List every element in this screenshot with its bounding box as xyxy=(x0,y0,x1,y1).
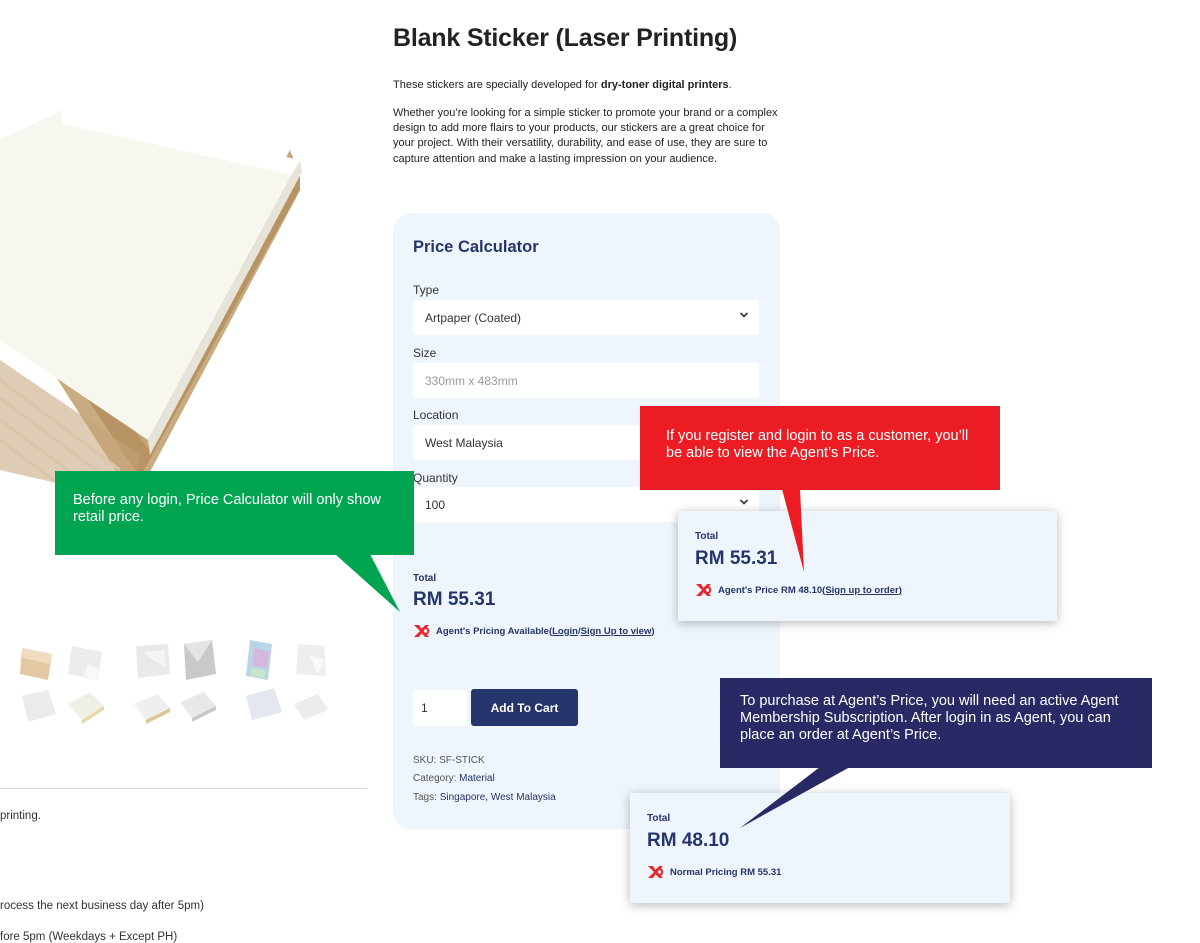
category: Category: Material xyxy=(413,773,495,784)
left-divider xyxy=(0,788,367,789)
product-intro: These stickers are specially developed f… xyxy=(393,79,732,91)
intro-end: . xyxy=(728,79,732,91)
category-label: Category: xyxy=(413,773,460,784)
chevron-down-icon xyxy=(739,309,749,323)
callout-agent-pricing: To purchase at Agent’s Price, you will n… xyxy=(720,678,1152,768)
type-value: Artpaper (Coated) xyxy=(425,311,522,325)
agent-pricing-notice: Agent's Pricing Available ( Login / Sign… xyxy=(413,624,655,638)
agent-price-line: Agent's Price RM 48.10 (Sign up to order… xyxy=(695,583,902,597)
thumbnail-mirror[interactable] xyxy=(290,684,330,728)
product-description: Whether you’re looking for a simple stic… xyxy=(393,107,778,165)
callout-guest-pricing: Before any login, Price Calculator will … xyxy=(55,471,414,555)
thumbnail-hologram[interactable] xyxy=(244,638,284,682)
agent-paren-close: ) xyxy=(651,625,655,637)
card-total-label: Total xyxy=(647,813,671,824)
customer-price-card: Total RM 55.31 Agent's Price RM 48.10 (S… xyxy=(678,511,1057,621)
brand-logo-icon xyxy=(695,583,712,597)
total-price: RM 55.31 xyxy=(413,589,496,610)
agent-price-card: Total RM 48.10 Normal Pricing RM 55.31 xyxy=(630,793,1010,903)
chevron-down-icon xyxy=(739,496,749,510)
add-to-cart-button[interactable]: Add To Cart xyxy=(471,689,578,726)
calculator-title: Price Calculator xyxy=(413,238,539,256)
quantity-value: 100 xyxy=(425,498,446,512)
size-label: Size xyxy=(413,346,437,360)
size-input[interactable]: 330mm x 483mm xyxy=(413,363,759,398)
cutoff-note: fore 5pm (Weekdays + Except PH) xyxy=(0,931,178,943)
location-label: Location xyxy=(413,408,459,422)
agent-pricing-text: Agent's Pricing Available xyxy=(436,625,549,637)
card-total-price: RM 48.10 xyxy=(647,830,730,851)
thumbnail-gold[interactable] xyxy=(132,684,172,728)
category-link[interactable]: Material xyxy=(459,773,495,784)
agent-price-text: Agent's Price RM 48.10 xyxy=(718,584,823,596)
thumbnail-clear[interactable] xyxy=(132,638,172,682)
card-total-label: Total xyxy=(695,531,719,542)
callout-customer-pricing: If you register and login to as a custom… xyxy=(640,406,1000,490)
brand-logo-icon xyxy=(647,865,664,879)
sku-label: SKU: xyxy=(413,755,440,766)
location-value: West Malaysia xyxy=(425,436,503,450)
processing-note: rocess the next business day after 5pm) xyxy=(0,900,204,912)
intro-text: These stickers are specially developed f… xyxy=(393,79,601,91)
thumbnail-cream[interactable] xyxy=(66,684,106,728)
card-total-price: RM 55.31 xyxy=(695,548,778,569)
sku-value: SF-STICK xyxy=(439,755,485,766)
normal-price-text: Normal Pricing RM 55.31 xyxy=(670,866,782,878)
type-label: Type xyxy=(413,283,440,297)
brand-logo-icon xyxy=(413,624,430,638)
type-select[interactable]: Artpaper (Coated) xyxy=(413,300,759,335)
thumbnail-kraft[interactable] xyxy=(18,640,58,684)
thumbnail-transparent[interactable] xyxy=(178,684,218,728)
product-thumbnails xyxy=(0,620,370,730)
signup-link[interactable]: Sign Up to view xyxy=(581,626,652,637)
cart-quantity-input[interactable]: 1 xyxy=(413,690,467,726)
tags-links[interactable]: Singapore, West Malaysia xyxy=(440,792,556,803)
total-label: Total xyxy=(413,573,437,584)
thumbnail-translucent[interactable] xyxy=(18,684,58,728)
normal-price-line: Normal Pricing RM 55.31 xyxy=(647,865,781,879)
tags: Tags: Singapore, West Malaysia xyxy=(413,792,556,803)
thumbnail-white-matte[interactable] xyxy=(66,640,106,684)
thumbnail-silver[interactable] xyxy=(178,638,218,682)
product-title: Blank Sticker (Laser Printing) xyxy=(393,24,738,52)
signup-to-order-link[interactable]: (Sign up to order) xyxy=(822,585,902,596)
sku: SKU: SF-STICK xyxy=(413,755,485,766)
quantity-label: Quantity xyxy=(413,471,458,485)
tags-label: Tags: xyxy=(413,792,440,803)
intro-bold: dry-toner digital printers xyxy=(600,79,729,91)
thumbnail-frost[interactable] xyxy=(244,684,284,728)
description-fragment: printing. xyxy=(0,810,41,822)
thumbnail-white-gloss[interactable] xyxy=(290,638,330,682)
login-link[interactable]: Login xyxy=(552,626,578,637)
